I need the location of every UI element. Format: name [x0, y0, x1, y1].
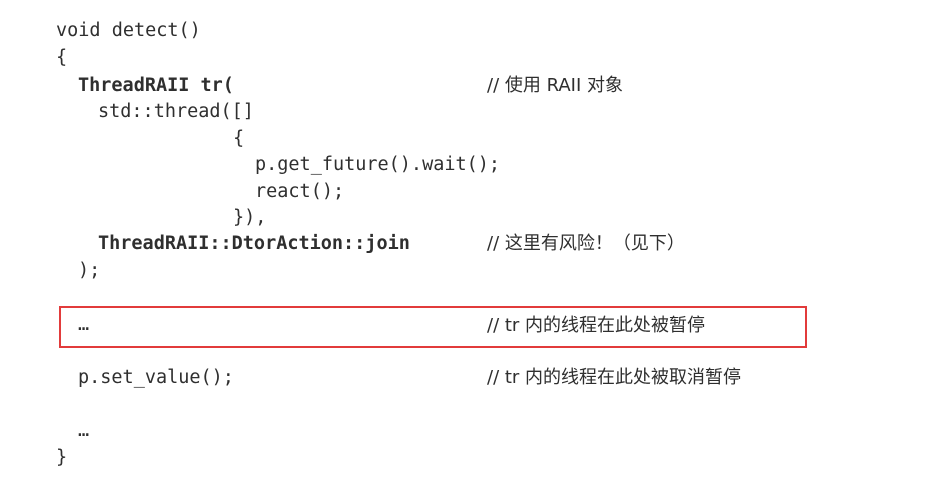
code-line: ThreadRAII tr(: [78, 75, 234, 96]
code-comment: // 这里有风险！（见下）: [487, 233, 685, 254]
code-comment: // 使用 RAII 对象: [487, 75, 624, 96]
code-line: ThreadRAII::DtorAction::join: [98, 233, 410, 254]
code-line: …: [78, 420, 90, 441]
code-line: std::thread([]: [98, 101, 254, 122]
code-listing: void detect() { ThreadRAII tr( // 使用 RAI…: [0, 0, 945, 492]
code-line: }: [56, 447, 68, 468]
code-line: {: [233, 128, 245, 149]
code-line: p.set_value();: [78, 367, 234, 388]
code-line: void detect(): [56, 20, 201, 41]
code-line: …: [78, 314, 90, 335]
code-comment: // tr 内的线程在此处被暂停: [487, 315, 706, 336]
code-line: react();: [255, 181, 345, 202]
code-line: );: [78, 260, 101, 281]
code-line: {: [56, 47, 68, 68]
code-comment: // tr 内的线程在此处被取消暂停: [487, 367, 742, 388]
code-line: }),: [233, 207, 267, 228]
code-line: p.get_future().wait();: [255, 154, 501, 175]
